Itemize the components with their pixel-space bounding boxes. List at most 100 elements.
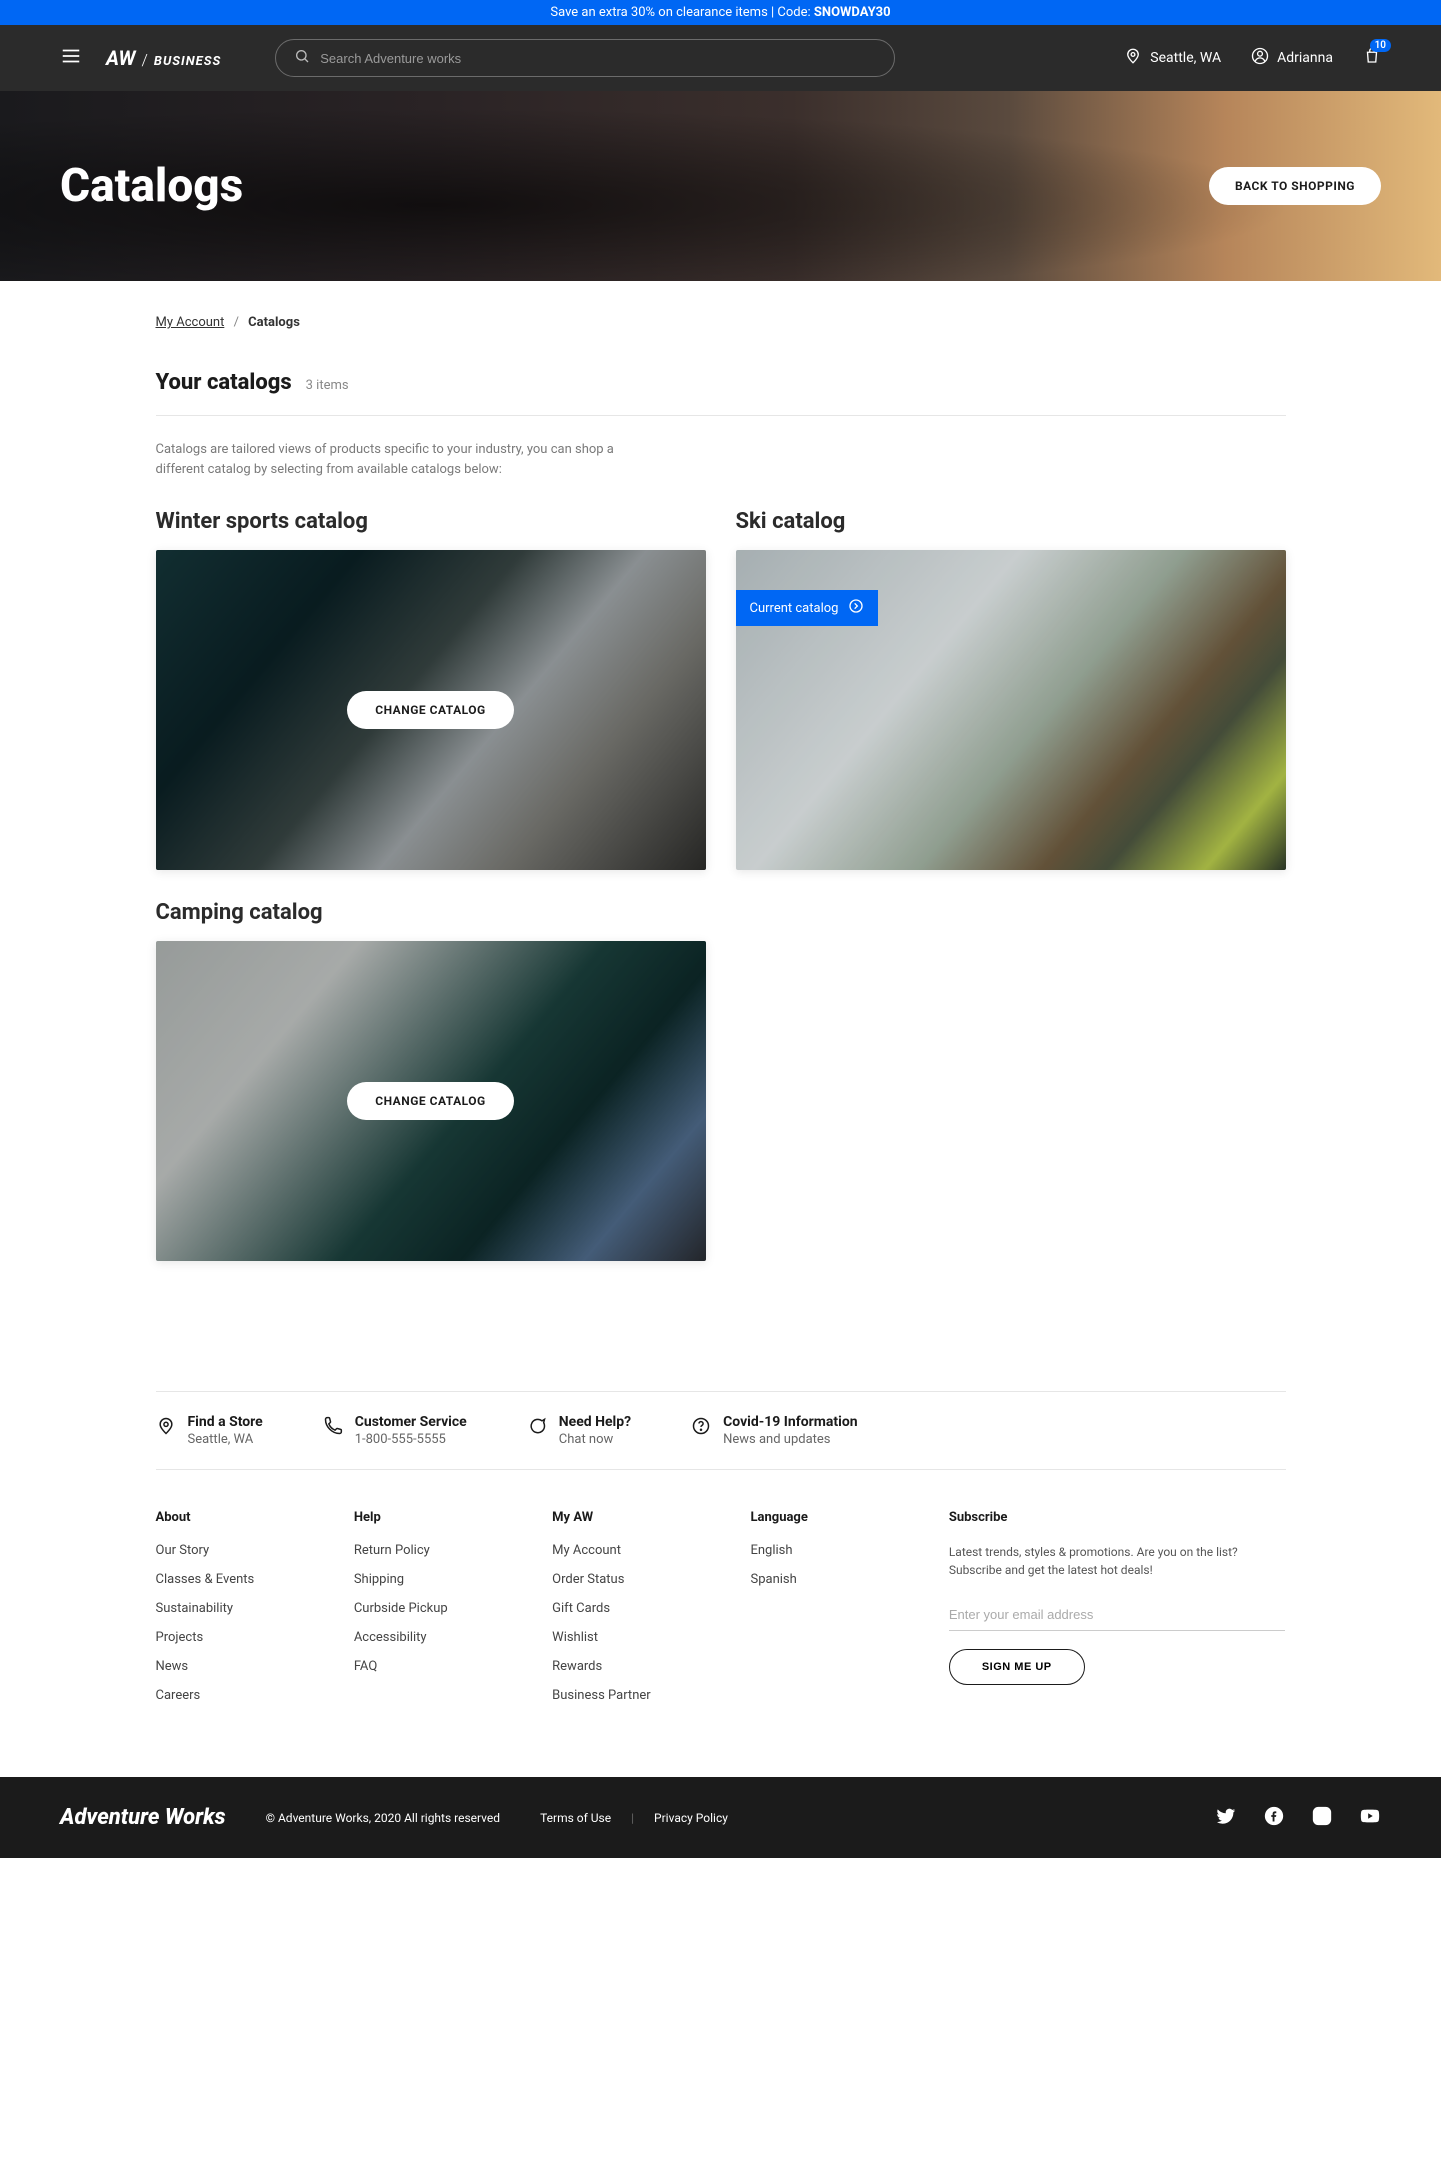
breadcrumb-sep: / [234, 315, 239, 330]
facebook-icon[interactable] [1263, 1805, 1285, 1830]
support-title: Covid-19 Information [723, 1414, 858, 1430]
location-label: Seattle, WA [1150, 50, 1221, 66]
footer-link[interactable]: Wishlist [552, 1630, 720, 1645]
catalog-grid: Winter sports catalog CHANGE CATALOG Ski… [156, 509, 1286, 1261]
footer-link[interactable]: Accessibility [354, 1630, 522, 1645]
user-label: Adrianna [1277, 50, 1333, 66]
catalog-ski: Ski catalog Current catalog [736, 509, 1286, 870]
breadcrumb: My Account / Catalogs [156, 315, 1286, 330]
back-to-shopping-button[interactable]: BACK TO SHOPPING [1209, 167, 1381, 205]
divider: | [631, 1811, 634, 1825]
hamburger-icon[interactable] [60, 45, 82, 71]
promo-code: SNOWDAY30 [814, 5, 891, 20]
cart-button[interactable]: 10 [1363, 47, 1381, 69]
footer-link[interactable]: English [750, 1543, 918, 1558]
promo-banner: Save an extra 30% on clearance items | C… [0, 0, 1441, 25]
footer-link[interactable]: My Account [552, 1543, 720, 1558]
catalog-card[interactable]: CHANGE CATALOG [156, 550, 706, 870]
catalog-title: Winter sports catalog [156, 509, 706, 534]
catalog-title: Ski catalog [736, 509, 1286, 534]
support-title: Need Help? [559, 1414, 631, 1430]
support-title: Customer Service [355, 1414, 467, 1430]
footer-heading: My AW [552, 1510, 720, 1525]
location-button[interactable]: Seattle, WA [1124, 47, 1221, 69]
phone-icon [323, 1414, 343, 1440]
footer-link[interactable]: Our Story [156, 1543, 324, 1558]
footer-links: Terms of Use | Privacy Policy [540, 1811, 728, 1825]
chip-label: Current catalog [750, 601, 839, 616]
footer-col-myaw: My AW My Account Order Status Gift Cards Wi… [552, 1510, 720, 1717]
logo-aw: AW [106, 46, 136, 70]
arrow-circle-icon [848, 598, 864, 618]
footer-bar: Adventure Works © Adventure Works, 2020 … [0, 1777, 1441, 1858]
header: AW / BUSINESS Seattle, WA Adrianna 10 [0, 25, 1441, 91]
user-icon [1251, 47, 1269, 69]
support-sub: Seattle, WA [188, 1432, 263, 1447]
twitter-icon[interactable] [1215, 1805, 1237, 1830]
change-catalog-button[interactable]: CHANGE CATALOG [347, 691, 514, 729]
social-links [1215, 1805, 1381, 1830]
logo[interactable]: AW / BUSINESS [106, 46, 221, 70]
footer-link[interactable]: Spanish [750, 1572, 918, 1587]
catalog-card[interactable]: CHANGE CATALOG [156, 941, 706, 1261]
terms-link[interactable]: Terms of Use [540, 1811, 611, 1825]
support-row: Find a Store Seattle, WA Customer Service… [156, 1391, 1286, 1470]
footer-columns: About Our Story Classes & Events Sustainab… [156, 1470, 1286, 1777]
support-customer-service[interactable]: Customer Service 1-800-555-5555 [323, 1414, 467, 1447]
search-icon [294, 48, 310, 68]
footer-heading: Language [750, 1510, 918, 1525]
logo-slash: / [142, 50, 148, 69]
intro-text: Catalogs are tailored views of products … [156, 440, 656, 479]
footer-link[interactable]: Classes & Events [156, 1572, 324, 1587]
chat-icon [527, 1414, 547, 1440]
help-icon [691, 1414, 711, 1440]
footer-heading: Help [354, 1510, 522, 1525]
copyright: © Adventure Works, 2020 All rights reser… [266, 1811, 501, 1825]
support-sub: Chat now [559, 1432, 631, 1447]
footer-heading: About [156, 1510, 324, 1525]
change-catalog-button[interactable]: CHANGE CATALOG [347, 1082, 514, 1120]
footer-link[interactable]: Curbside Pickup [354, 1601, 522, 1616]
email-input[interactable] [949, 1599, 1286, 1631]
page-title: Your catalogs [156, 370, 292, 395]
support-covid[interactable]: Covid-19 Information News and updates [691, 1414, 858, 1447]
support-find-store[interactable]: Find a Store Seattle, WA [156, 1414, 263, 1447]
item-count: 3 items [306, 378, 349, 393]
search-input[interactable] [320, 51, 876, 66]
footer-link[interactable]: Sustainability [156, 1601, 324, 1616]
footer-link[interactable]: Order Status [552, 1572, 720, 1587]
support-need-help[interactable]: Need Help? Chat now [527, 1414, 631, 1447]
footer-link[interactable]: Shipping [354, 1572, 522, 1587]
support-sub: 1-800-555-5555 [355, 1432, 467, 1447]
subscribe-desc: Latest trends, styles & promotions. Are … [949, 1543, 1286, 1579]
cart-badge: 10 [1370, 39, 1391, 52]
support-sub: News and updates [723, 1432, 858, 1447]
account-button[interactable]: Adrianna [1251, 47, 1333, 69]
hero: Catalogs BACK TO SHOPPING [0, 91, 1441, 281]
footer-link[interactable]: Rewards [552, 1659, 720, 1674]
search-box[interactable] [275, 39, 895, 77]
footer-link[interactable]: Careers [156, 1688, 324, 1703]
footer-col-subscribe: Subscribe Latest trends, styles & promot… [949, 1510, 1286, 1717]
breadcrumb-root[interactable]: My Account [156, 315, 225, 330]
catalog-winter: Winter sports catalog CHANGE CATALOG [156, 509, 706, 870]
footer-logo: Adventure Works [60, 1805, 226, 1830]
catalog-title: Camping catalog [156, 900, 706, 925]
logo-business: BUSINESS [154, 54, 221, 69]
instagram-icon[interactable] [1311, 1805, 1333, 1830]
promo-text: Save an extra 30% on clearance items | C… [550, 5, 814, 20]
pin-icon [1124, 47, 1142, 69]
footer-heading: Subscribe [949, 1510, 1286, 1525]
support-title: Find a Store [188, 1414, 263, 1430]
footer-link[interactable]: Gift Cards [552, 1601, 720, 1616]
footer-link[interactable]: Return Policy [354, 1543, 522, 1558]
privacy-link[interactable]: Privacy Policy [654, 1811, 728, 1825]
youtube-icon[interactable] [1359, 1805, 1381, 1830]
catalog-card[interactable]: Current catalog [736, 550, 1286, 870]
footer-link[interactable]: FAQ [354, 1659, 522, 1674]
footer-link[interactable]: Business Partner [552, 1688, 720, 1703]
footer-link[interactable]: Projects [156, 1630, 324, 1645]
current-catalog-chip: Current catalog [736, 590, 879, 626]
footer-link[interactable]: News [156, 1659, 324, 1674]
sign-me-up-button[interactable]: SIGN ME UP [949, 1649, 1085, 1685]
